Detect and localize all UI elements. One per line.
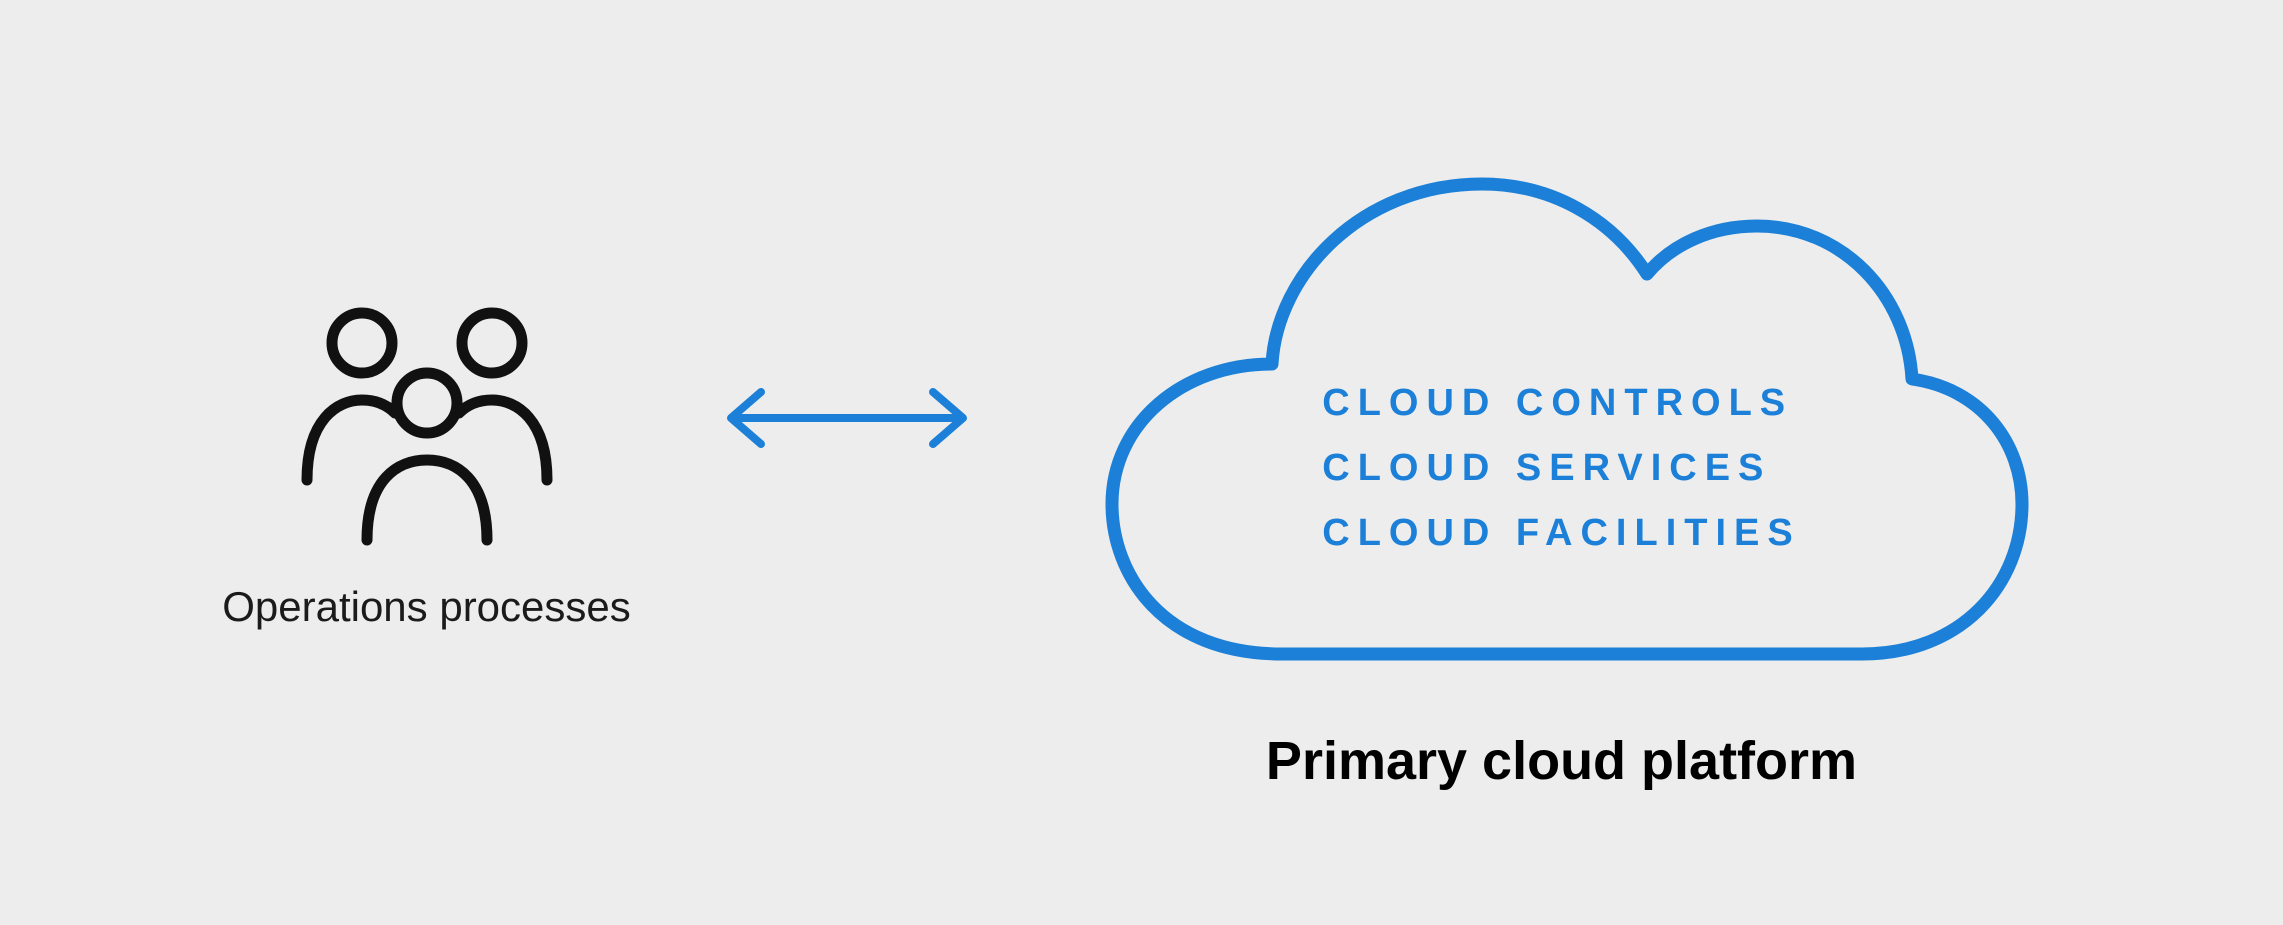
operations-group: Operations processes [197, 295, 657, 631]
cloud-item: CLOUD CONTROLS [1322, 382, 1793, 425]
people-group-icon [287, 295, 567, 555]
cloud-item: CLOUD FACILITIES [1322, 512, 1800, 555]
diagram-canvas: Operations processes CLOUD CONTROLS CLOU… [0, 0, 2283, 925]
cloud-icon: CLOUD CONTROLS CLOUD SERVICES CLOUD FACI… [1082, 134, 2042, 694]
operations-label: Operations processes [222, 583, 631, 631]
cloud-platform-label: Primary cloud platform [1266, 730, 1857, 792]
bidirectional-arrow-icon [717, 378, 977, 458]
cloud-items-list: CLOUD CONTROLS CLOUD SERVICES CLOUD FACI… [1322, 382, 1800, 555]
cloud-item: CLOUD SERVICES [1322, 447, 1771, 490]
cloud-platform-group: CLOUD CONTROLS CLOUD SERVICES CLOUD FACI… [1037, 134, 2087, 792]
